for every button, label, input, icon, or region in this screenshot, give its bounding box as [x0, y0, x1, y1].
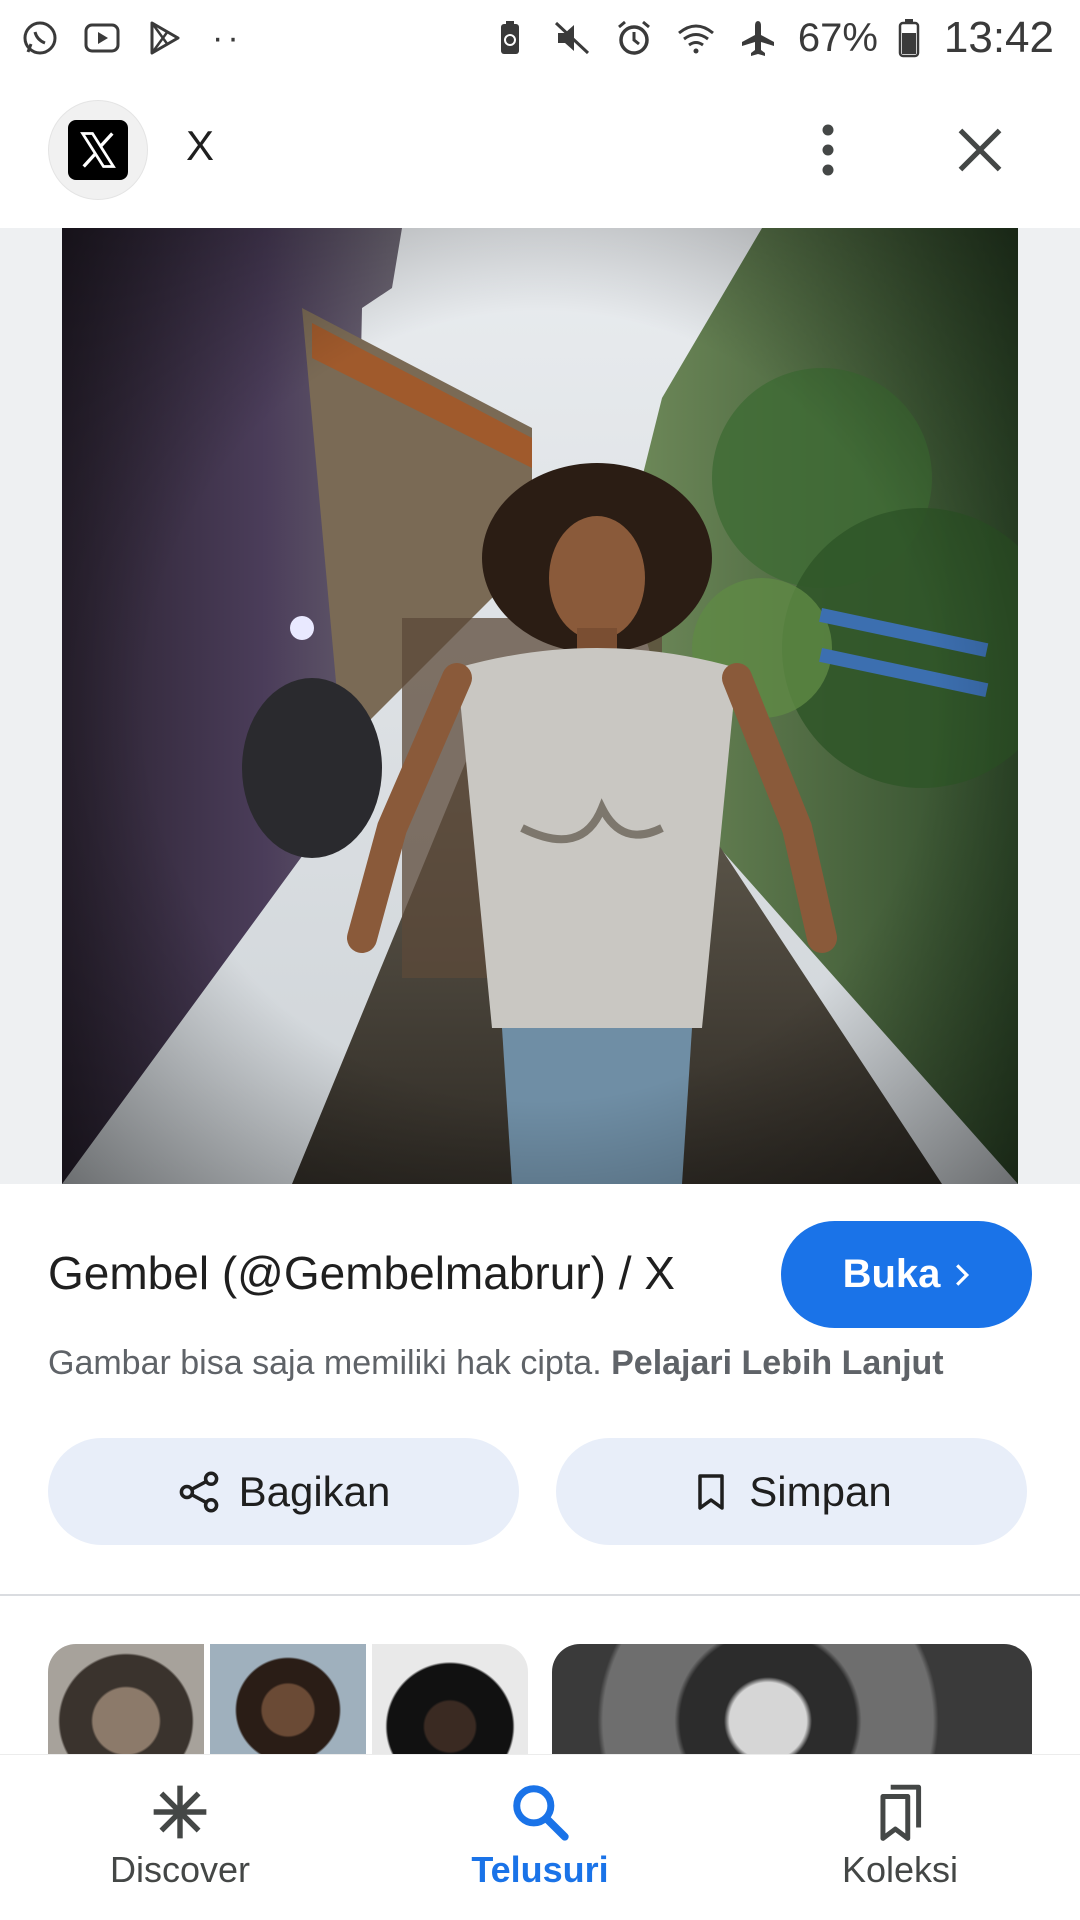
nav-search-label: Telusuri — [471, 1849, 609, 1890]
copyright-text: Gambar bisa saja memiliki hak cipta. — [48, 1344, 602, 1382]
collections-icon — [880, 1784, 922, 1841]
image-viewer — [0, 228, 1080, 1184]
youtube-icon — [80, 16, 124, 60]
status-bar-left: ·· — [18, 16, 243, 60]
viewer-header: X — [0, 90, 1080, 210]
play-store-icon — [142, 16, 186, 60]
related-image-card[interactable] — [48, 1644, 528, 1754]
open-button[interactable]: Buka — [781, 1221, 1032, 1328]
main-image[interactable] — [62, 228, 1018, 1184]
nav-discover-label: Discover — [109, 1849, 251, 1890]
share-icon — [179, 1471, 218, 1512]
related-image-thumbnail — [48, 1644, 204, 1754]
bottom-navigation: Discover Telusuri Koleksi — [0, 1754, 1080, 1920]
related-image-thumbnail — [372, 1644, 528, 1754]
chevron-right-icon — [956, 1263, 970, 1286]
more-vert-icon — [822, 124, 834, 176]
copyright-notice: Gambar bisa saja memiliki hak cipta. Pel… — [48, 1344, 944, 1383]
mute-icon — [550, 16, 594, 60]
status-bar: ·· 67% 13:42 — [0, 0, 1080, 76]
save-button[interactable]: Simpan — [556, 1438, 1027, 1545]
share-label: Bagikan — [238, 1467, 391, 1515]
nav-search[interactable]: Telusuri — [390, 1781, 690, 1891]
save-label: Simpan — [749, 1467, 892, 1515]
nav-discover[interactable]: Discover — [30, 1781, 330, 1891]
related-image-thumbnail — [210, 1644, 366, 1754]
whatsapp-icon — [18, 16, 62, 60]
more-options-button[interactable] — [800, 110, 856, 190]
open-button-label: Buka — [842, 1252, 941, 1296]
related-image-card[interactable] — [552, 1644, 1032, 1754]
bookmark-icon — [698, 1473, 725, 1510]
nav-collections-label: Koleksi — [841, 1849, 959, 1890]
alarm-icon — [612, 16, 656, 60]
share-button[interactable]: Bagikan — [48, 1438, 519, 1545]
battery-percent: 67% — [797, 15, 878, 60]
site-avatar[interactable] — [48, 100, 148, 200]
more-notifications-icon: ·· — [212, 18, 243, 57]
status-bar-right: 67% 13:42 — [488, 13, 1054, 63]
asterisk-icon — [153, 1785, 207, 1839]
nav-collections[interactable]: Koleksi — [750, 1781, 1050, 1891]
wifi-icon — [674, 16, 718, 60]
airplane-icon — [736, 16, 780, 60]
result-title[interactable]: Gembel (@Gembelmabrur) / X — [48, 1246, 675, 1300]
battery-saver-icon — [488, 16, 532, 60]
x-logo-icon — [68, 120, 128, 180]
learn-more-link[interactable]: Pelajari Lebih Lanjut — [611, 1344, 944, 1382]
battery-icon — [896, 16, 922, 60]
site-name[interactable]: X — [186, 122, 214, 170]
clock: 13:42 — [943, 13, 1054, 62]
close-button[interactable] — [940, 110, 1020, 190]
close-icon — [958, 128, 1002, 172]
section-divider — [0, 1594, 1080, 1596]
search-icon — [513, 1785, 569, 1841]
